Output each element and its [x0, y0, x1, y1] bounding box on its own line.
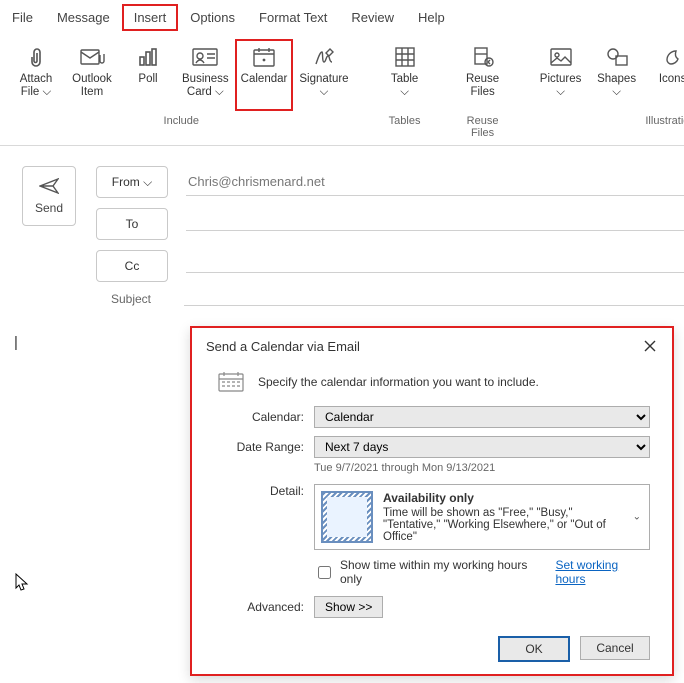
menu-insert[interactable]: Insert — [122, 4, 179, 31]
from-button[interactable]: From ⌵ — [96, 166, 168, 198]
calendar-label: Calendar — [241, 73, 288, 86]
to-field[interactable] — [186, 218, 684, 231]
cc-button[interactable]: Cc — [96, 250, 168, 282]
group-illustrations-label: Illustrations — [533, 111, 684, 129]
calendar-select[interactable]: Calendar — [314, 406, 650, 428]
show-advanced-button[interactable]: Show >> — [314, 596, 383, 618]
dialog-instruction: Specify the calendar information you wan… — [258, 375, 539, 389]
outlook-item-button[interactable]: Outlook Item — [64, 39, 120, 111]
dialog-title: Send a Calendar via Email — [206, 339, 360, 354]
mouse-pointer-icon — [14, 572, 30, 597]
to-button[interactable]: To — [96, 208, 168, 240]
menu-help[interactable]: Help — [406, 4, 457, 31]
range-select[interactable]: Next 7 days — [314, 436, 650, 458]
ribbon-group-tables: Table ⌵ Tables — [373, 39, 437, 145]
paperclip-icon — [22, 43, 50, 71]
detail-description: Time will be shown as "Free," "Busy," "T… — [383, 507, 623, 543]
ok-button[interactable]: OK — [498, 636, 570, 662]
ribbon: Attach File ⌵ Outlook Item Poll Business… — [0, 33, 684, 146]
cancel-button[interactable]: Cancel — [580, 636, 650, 660]
detail-title: Availability only — [383, 491, 623, 505]
advanced-label: Advanced: — [216, 600, 304, 614]
from-field[interactable]: Chris@chrismenard.net — [186, 168, 684, 196]
reuse-files-icon — [469, 43, 497, 71]
table-label: Table ⌵ — [391, 73, 419, 98]
shapes-icon — [603, 43, 631, 71]
menu-review[interactable]: Review — [339, 4, 406, 31]
table-icon — [391, 43, 419, 71]
attach-file-button[interactable]: Attach File ⌵ — [8, 39, 64, 111]
range-note: Tue 9/7/2021 through Mon 9/13/2021 — [314, 462, 650, 474]
detail-selector[interactable]: Availability only Time will be shown as … — [314, 484, 650, 550]
business-card-button[interactable]: Business Card ⌵ — [176, 39, 235, 111]
calendar-icon — [250, 43, 278, 71]
calendar-button[interactable]: Calendar — [235, 39, 294, 111]
send-button[interactable]: Send — [22, 166, 76, 226]
poll-icon — [134, 43, 162, 71]
envelope-paperclip-icon — [78, 43, 106, 71]
table-button[interactable]: Table ⌵ — [377, 39, 433, 111]
ribbon-group-include: Attach File ⌵ Outlook Item Poll Business… — [4, 39, 359, 145]
shapes-button[interactable]: Shapes ⌵ — [589, 39, 645, 111]
group-tables-label: Tables — [377, 111, 433, 129]
menu-file[interactable]: File — [0, 4, 45, 31]
send-calendar-dialog: Send a Calendar via Email Specify the ca… — [190, 326, 674, 676]
set-working-hours-link[interactable]: Set working hours — [555, 558, 650, 586]
show-hours-label: Show time within my working hours only — [340, 558, 549, 586]
reuse-files-label: Reuse Files — [466, 73, 499, 98]
range-field-label: Date Range: — [216, 440, 304, 454]
reuse-files-button[interactable]: Reuse Files — [455, 39, 511, 111]
compose-area: Send From ⌵ Chris@chrismenard.net To Cc … — [0, 166, 684, 316]
icons-button[interactable]: Icons — [645, 39, 684, 111]
ribbon-group-reuse: Reuse Files Reuse Files — [451, 39, 515, 145]
group-reuse-label: Reuse Files — [455, 111, 511, 141]
outlook-item-label: Outlook Item — [72, 73, 112, 98]
signature-button[interactable]: Signature ⌵ — [293, 39, 354, 111]
detail-field-label: Detail: — [216, 484, 304, 498]
pictures-icon — [547, 43, 575, 71]
icons-icon — [659, 43, 684, 71]
group-include-label: Include — [8, 111, 355, 129]
menubar: File Message Insert Options Format Text … — [0, 0, 684, 33]
attach-file-label: Attach File ⌵ — [20, 73, 53, 98]
signature-icon — [310, 43, 338, 71]
subject-field[interactable] — [184, 293, 684, 306]
ribbon-group-illustrations: Pictures ⌵ Shapes ⌵ Icons 3D Models ⌵ — [529, 39, 684, 145]
menu-options[interactable]: Options — [178, 4, 247, 31]
menu-message[interactable]: Message — [45, 4, 122, 31]
icons-label: Icons — [659, 73, 684, 86]
shapes-label: Shapes ⌵ — [597, 73, 636, 98]
poll-label: Poll — [138, 73, 157, 86]
signature-label: Signature ⌵ — [299, 73, 348, 98]
chevron-down-icon: ⌄ — [633, 512, 641, 523]
subject-label: Subject — [96, 292, 166, 306]
send-label: Send — [35, 201, 63, 215]
poll-button[interactable]: Poll — [120, 39, 176, 111]
text-cursor: | — [14, 334, 18, 351]
calendar-icon — [216, 370, 246, 394]
cc-field[interactable] — [186, 260, 684, 273]
close-button[interactable] — [642, 338, 658, 354]
business-card-icon — [191, 43, 219, 71]
business-card-label: Business Card ⌵ — [182, 73, 229, 98]
pictures-button[interactable]: Pictures ⌵ — [533, 39, 589, 111]
pictures-label: Pictures ⌵ — [540, 73, 582, 98]
menu-format-text[interactable]: Format Text — [247, 4, 339, 31]
show-hours-checkbox[interactable] — [318, 566, 331, 579]
calendar-field-label: Calendar: — [216, 410, 304, 424]
availability-thumb-icon — [321, 491, 373, 543]
send-icon — [39, 178, 59, 197]
